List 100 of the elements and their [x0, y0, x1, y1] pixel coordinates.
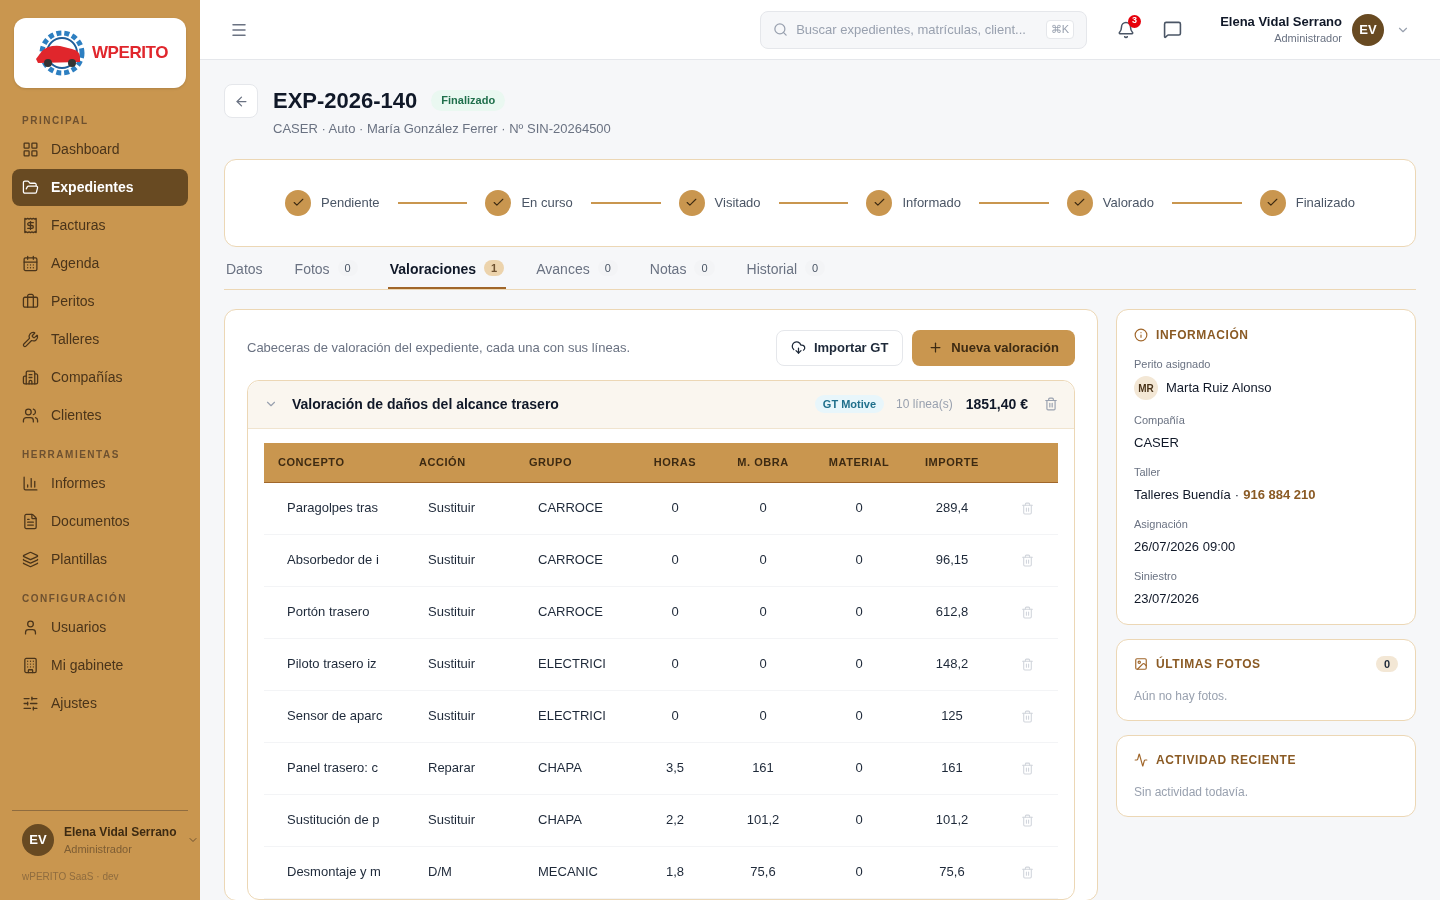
photo-count: 0 [1375, 655, 1398, 673]
cloud-download-icon [790, 340, 806, 355]
nav-item[interactable]: Plantillas [12, 541, 188, 578]
table-cell-text: Desmontaje y m [286, 863, 382, 882]
nav-item[interactable]: Talleres [12, 321, 188, 358]
delete-icon[interactable] [1021, 553, 1034, 567]
step-label: Finalizado [1295, 193, 1355, 212]
table-cell-text: 0 [854, 603, 864, 622]
wrench-icon [22, 331, 39, 348]
table-cell-text: 3,5 [664, 759, 686, 778]
delete-icon[interactable] [1021, 605, 1034, 619]
search-bar[interactable]: Buscar expedientes, matrículas, client... ⌘K [760, 10, 1088, 49]
nav-item[interactable]: Agenda [12, 245, 188, 282]
import-button[interactable]: Importar GT [775, 329, 904, 366]
table-cell-text: 0 [758, 655, 768, 674]
search-field[interactable]: Buscar expedientes, matrículas, client... [796, 19, 1038, 40]
tab[interactable]: Notas 0 [647, 258, 717, 289]
delete-icon[interactable] [1021, 813, 1034, 827]
table-cell-text: 161 [751, 759, 775, 778]
table-cell-text: 2,2 [664, 811, 686, 830]
nav-item[interactable]: Mi gabinete [12, 647, 188, 684]
table-cell-text: 0 [758, 707, 768, 726]
card-title: ÚLTIMAS FOTOS [1156, 655, 1262, 673]
back-button[interactable] [224, 84, 258, 118]
table-cell-text: 0 [758, 499, 768, 518]
column-header: HORAS [652, 454, 698, 470]
nav-item[interactable]: Expedientes [12, 169, 188, 206]
table-cell-text: CARROCE [537, 603, 604, 622]
table-cell-text: MECANIC [537, 863, 599, 882]
tab[interactable]: Avances 0 [534, 258, 620, 289]
tab[interactable]: Valoraciones 1 [387, 258, 507, 289]
tab[interactable]: Historial 0 [744, 258, 828, 289]
activity-icon [1134, 753, 1148, 767]
table-cell-text: 96,15 [934, 551, 970, 570]
separator: · [1234, 485, 1240, 504]
table-cell-text: 0 [854, 811, 864, 830]
nav-item[interactable]: Documentos [12, 503, 188, 540]
tab[interactable]: Datos [224, 258, 265, 289]
step-label: Informado [902, 193, 961, 212]
nav-item[interactable]: Dashboard [12, 131, 188, 168]
info-value: CASER [1134, 433, 1180, 452]
bar-chart-icon [22, 475, 39, 492]
info-value: 23/07/2026 [1134, 589, 1201, 608]
table-cell-text: 0 [758, 603, 768, 622]
new-valuation-button[interactable]: Nueva valoración [912, 329, 1075, 366]
tab[interactable]: Fotos 0 [292, 258, 360, 289]
delete-icon[interactable] [1021, 501, 1034, 515]
table-cell-text: Portón trasero [286, 603, 371, 622]
info-label: Perito asignado [1134, 356, 1212, 372]
delete-icon[interactable] [1021, 761, 1034, 775]
user-name: Elena Vidal Serrano [1220, 13, 1342, 30]
table-cell-text: D/M [427, 863, 453, 882]
calendar-icon [22, 255, 39, 272]
nav-item[interactable]: Peritos [12, 283, 188, 320]
case-title: EXP-2026-140 [273, 87, 418, 115]
card-title: INFORMACIÓN [1156, 326, 1249, 344]
table-cell-text: 0 [758, 551, 768, 570]
nav-item[interactable]: Ajustes [12, 685, 188, 722]
nav-item[interactable]: Informes [12, 465, 188, 502]
valuation-header[interactable]: Valoración de daños del alcance trasero GT Motive 10 línea(s) 1851,40 € [248, 380, 1074, 429]
delete-icon[interactable] [1044, 397, 1058, 411]
nav-item[interactable]: Facturas [12, 207, 188, 244]
table-cell-text: Sustituir [427, 603, 476, 622]
table-cell-text: Panel trasero: c [286, 759, 380, 778]
chat-icon[interactable] [1163, 20, 1183, 39]
table-cell-text: 289,4 [934, 499, 970, 518]
nav-item[interactable]: Usuarios [12, 609, 188, 646]
table-cell-text: 0 [854, 655, 864, 674]
line-count: 10 línea(s) [896, 396, 953, 413]
phone-link[interactable]: 916 884 210 [1243, 484, 1316, 504]
info-value: Talleres Buendía [1134, 485, 1231, 504]
info-value: Marta Ruiz Alonso [1166, 379, 1272, 398]
card-title: ACTIVIDAD RECIENTE [1156, 752, 1297, 769]
table-cell-text: 101,2 [745, 811, 781, 830]
step-label: Valorado [1102, 193, 1154, 212]
receipt-icon [22, 217, 39, 234]
person-avatar: MR [1134, 376, 1158, 400]
nav-item[interactable]: Clientes [12, 397, 188, 434]
nav-item[interactable]: Compañías [12, 359, 188, 396]
section-description: Cabeceras de valoración del expediente, cada una con sus líneas. [247, 338, 632, 357]
user-avatar: EV [1352, 13, 1384, 46]
user-avatar: EV [22, 823, 54, 856]
delete-icon[interactable] [1021, 657, 1034, 671]
nav-section-title: CONFIGURACIÓN [21, 591, 129, 606]
delete-icon[interactable] [1021, 709, 1034, 723]
table-cell-text: 148,2 [934, 655, 970, 674]
column-header: GRUPO [528, 454, 574, 470]
image-icon [1134, 657, 1148, 671]
briefcase-icon [22, 293, 39, 310]
table-cell-text: Sustituir [427, 811, 476, 830]
empty-message: Aún no hay fotos. [1134, 688, 1229, 705]
table-cell-text: ELECTRICI [537, 655, 607, 674]
building-icon [22, 657, 39, 674]
app-version: wPERITO SaaS · dev [21, 870, 120, 884]
user-icon [22, 619, 39, 636]
table-cell-text: CHAPA [537, 759, 583, 778]
table-cell-text: 0 [670, 551, 680, 570]
delete-icon[interactable] [1021, 865, 1034, 879]
search-icon [773, 22, 789, 37]
folder-icon [22, 179, 39, 196]
